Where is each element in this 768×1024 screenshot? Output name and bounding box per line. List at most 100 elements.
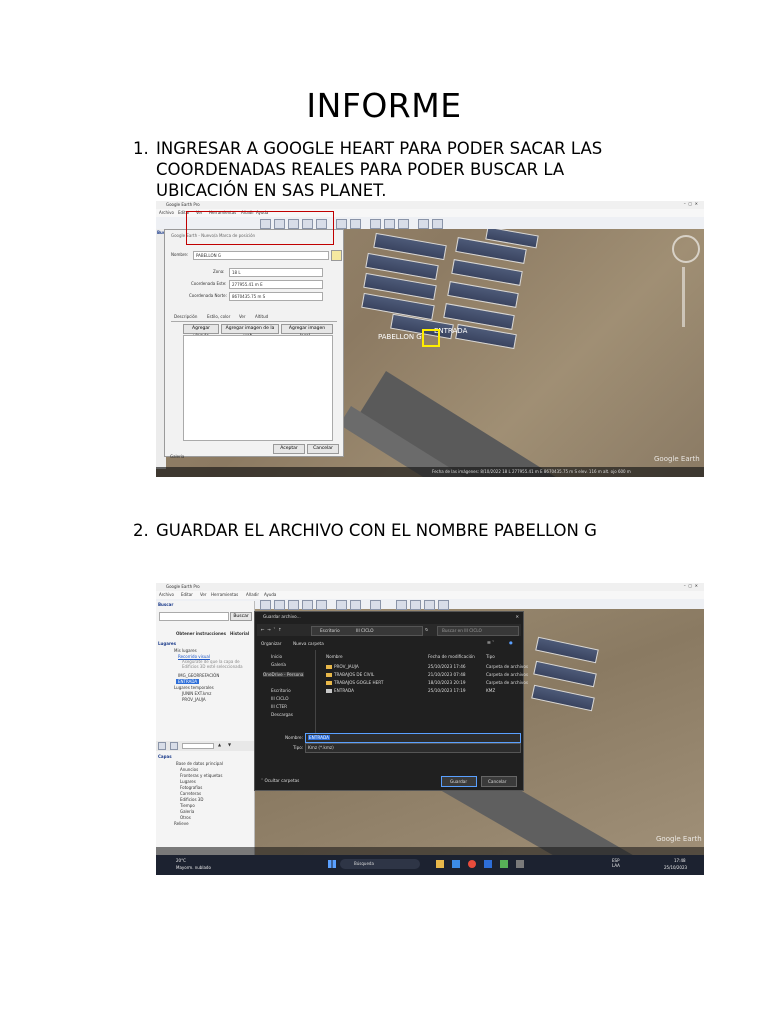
place-item[interactable]: IMG_GEORREFACIÓN [178, 673, 219, 678]
menu-item[interactable]: Ayuda [264, 592, 276, 597]
description-textarea[interactable] [183, 335, 333, 441]
compass-icon[interactable] [672, 235, 700, 263]
cancel-button[interactable]: Cancelar [481, 776, 517, 787]
ok-button[interactable]: Aceptar [273, 444, 305, 454]
help-icon[interactable]: ● [509, 640, 513, 645]
add-web-image-button[interactable]: Agregar imagen de la web... [221, 324, 279, 339]
tab-ver[interactable]: Ver [239, 314, 246, 319]
layer-item[interactable]: Galería [180, 809, 194, 814]
placemark-icon-button[interactable] [331, 250, 342, 261]
taskbar-search[interactable]: Búsqueda [340, 859, 420, 869]
down-arrow-icon[interactable]: ▼ [228, 742, 231, 747]
toolbar-icon[interactable] [260, 600, 271, 610]
taskbar-app-icon[interactable] [484, 860, 492, 868]
nav-item-iii-cter[interactable]: III CTER [271, 704, 287, 709]
language-indicator[interactable]: ESP LAA [612, 858, 620, 868]
layer-item[interactable]: Carreteras [180, 791, 201, 796]
file-row[interactable]: TRABAJOS GOGLE HERT [326, 680, 383, 685]
east-field[interactable]: 277955.41 m E [229, 280, 323, 289]
sidebar-item-galeria[interactable]: Galería [170, 454, 184, 459]
add-local-image-button[interactable]: Agregar imagen local... [281, 324, 333, 339]
nav-item-galeria[interactable]: Galería [271, 662, 286, 667]
layer-item[interactable]: Fronteras y etiquetas [180, 773, 222, 778]
directions-link[interactable]: Obtener instrucciones [176, 631, 226, 636]
file-row[interactable]: TRABAJOS DE CIVIL [326, 672, 374, 677]
taskbar-app-icon[interactable] [436, 860, 444, 868]
place-item[interactable]: JUNIN EXT.kmz [182, 691, 211, 696]
tab-altitud[interactable]: Altitud [255, 314, 268, 319]
zoom-slider[interactable] [682, 267, 685, 327]
window-controls[interactable]: – ▢ ✕ [684, 201, 698, 206]
nav-item-escritorio[interactable]: Escritorio [271, 688, 291, 693]
search-button[interactable]: Buscar [230, 612, 252, 621]
up-arrow-icon[interactable]: ▲ [218, 742, 221, 747]
toolbar-icon[interactable] [336, 600, 347, 610]
column-header-date[interactable]: Fecha de modificación [428, 654, 475, 659]
panel-toggle-icon[interactable] [170, 742, 178, 750]
taskbar-app-icon[interactable] [500, 860, 508, 868]
zone-field[interactable]: 18 L [229, 268, 323, 277]
taskbar-app-icon[interactable] [468, 860, 476, 868]
breadcrumb-item[interactable]: III CICLO [356, 628, 374, 633]
place-item[interactable]: PROV_JAUJA [182, 697, 206, 702]
toolbar-icon[interactable] [424, 600, 435, 610]
layer-item[interactable]: Base de datos principal [176, 761, 223, 766]
layer-item[interactable]: Otros [180, 815, 191, 820]
organize-button[interactable]: Organizar [261, 641, 281, 646]
new-folder-button[interactable]: Nueva carpeta [293, 641, 324, 646]
toolbar-icon[interactable] [274, 600, 285, 610]
layer-item[interactable]: Tiempo [180, 803, 195, 808]
panel-toggle-icon[interactable] [158, 742, 166, 750]
windows-start-icon[interactable] [328, 860, 336, 868]
tab-estilo[interactable]: Estilo, color [207, 314, 230, 319]
toolbar-icon[interactable] [302, 600, 313, 610]
window-controls[interactable]: – ▢ ✕ [684, 583, 698, 588]
toolbar-icon[interactable] [396, 600, 407, 610]
filetype-select[interactable]: Kmz (*.kmz) [305, 743, 521, 753]
toolbar-icon[interactable] [288, 600, 299, 610]
breadcrumb-item[interactable]: Escritorio [320, 628, 340, 633]
tab-descripcion[interactable]: Descripción [174, 314, 197, 319]
layer-item[interactable]: Relieve [174, 821, 189, 826]
add-link-button[interactable]: Agregar vínculo [183, 324, 219, 339]
save-button[interactable]: Guardar [441, 776, 477, 787]
weather-temp[interactable]: 20°C [176, 858, 186, 863]
layer-item[interactable]: Edificios 3D [180, 797, 203, 802]
toolbar-icon[interactable] [336, 219, 347, 229]
nav-item-onedrive[interactable]: OneDrive - Persona [263, 672, 304, 677]
column-header-type[interactable]: Tipo [486, 654, 495, 659]
toolbar-icon[interactable] [410, 600, 421, 610]
menu-item[interactable]: Herramientas [211, 592, 238, 597]
weather-desc[interactable]: Mayorm. nublado [176, 865, 211, 870]
menu-item[interactable]: Archivo [159, 592, 174, 597]
places-header[interactable]: Lugares [158, 641, 176, 646]
toolbar-icon[interactable] [384, 219, 395, 229]
toolbar-icon[interactable] [316, 600, 327, 610]
toolbar-icon[interactable] [418, 219, 429, 229]
toolbar-icon[interactable] [432, 219, 443, 229]
clock-time[interactable]: 17:48 [674, 858, 686, 863]
layers-header[interactable]: Capas [158, 754, 172, 759]
place-item[interactable]: Lugares temporales [174, 685, 214, 690]
place-item-selected[interactable]: ENTRADA [176, 679, 200, 684]
toolbar-icon[interactable] [350, 600, 361, 610]
column-header-name[interactable]: Nombre [326, 654, 343, 659]
clock-date[interactable]: 25/10/2023 [664, 865, 687, 870]
layer-item[interactable]: Fotografías [180, 785, 202, 790]
search-panel-label[interactable]: Buscar [158, 602, 173, 607]
hide-folders-toggle[interactable]: ˄ Ocultar carpetas [261, 778, 299, 783]
place-item[interactable]: Mis lugares [174, 648, 197, 653]
taskbar-app-icon[interactable] [452, 860, 460, 868]
menu-item[interactable]: Archivo [159, 210, 174, 215]
filename-input[interactable]: ENTRADA [305, 733, 521, 743]
layer-item[interactable]: Lugares [180, 779, 196, 784]
nav-item-descargas[interactable]: Descargas [271, 712, 293, 717]
nav-item-iii-ciclo[interactable]: III CICLO [271, 696, 289, 701]
history-link[interactable]: Historial [230, 631, 249, 636]
cancel-button[interactable]: Cancelar [307, 444, 339, 454]
toolbar-icon[interactable] [370, 219, 381, 229]
north-field[interactable]: 8670435.75 m S [229, 292, 323, 301]
file-row[interactable]: PROV_JAUJA [326, 664, 359, 669]
layer-item[interactable]: Anuncios [180, 767, 198, 772]
search-input[interactable] [159, 612, 229, 621]
